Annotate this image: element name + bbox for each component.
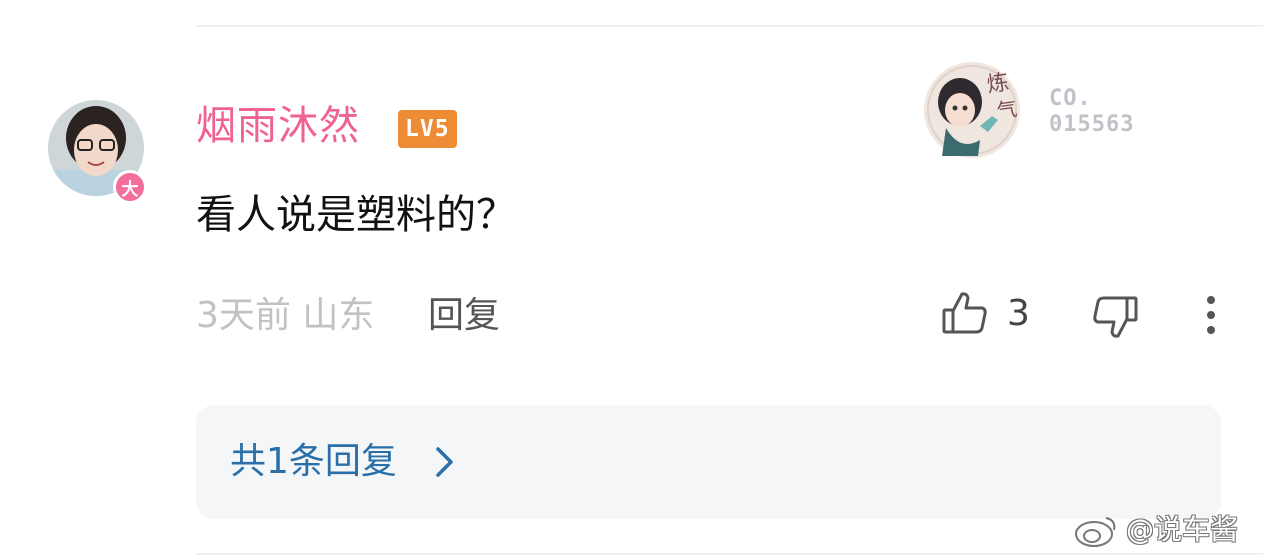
svg-text:炼: 炼: [985, 70, 1010, 98]
weibo-icon: [1075, 517, 1116, 547]
more-icon[interactable]: [1196, 293, 1226, 339]
bottom-divider: [195, 553, 1263, 555]
avatar-container[interactable]: 大: [48, 100, 148, 204]
top-divider: [195, 25, 1263, 27]
fan-medal-image[interactable]: 炼 气: [918, 56, 1046, 164]
view-replies-button[interactable]: 共1条回复: [196, 405, 1221, 519]
reply-button[interactable]: 回复: [428, 292, 500, 340]
avatar-badge: 大: [113, 170, 147, 204]
watermark-text: @说车酱: [1126, 513, 1239, 546]
like-count: 3: [1007, 293, 1030, 334]
replies-count-label: 共1条回复: [230, 441, 397, 482]
username[interactable]: 烟雨沐然: [196, 100, 360, 152]
thumbs-up-icon[interactable]: [940, 288, 990, 338]
watermark: @说车酱: [1072, 510, 1258, 550]
level-badge: LV5: [398, 110, 457, 148]
medal-line2: 015563: [1049, 112, 1135, 137]
thumbs-down-icon[interactable]: [1090, 292, 1140, 342]
svg-text:气: 气: [995, 96, 1018, 123]
time-location: 3天前 山东: [196, 295, 375, 336]
medal-line1: CO.: [1049, 86, 1092, 111]
chevron-right-icon: [432, 445, 458, 479]
medal-serial: CO. 015563: [1049, 86, 1134, 138]
comment-text: 看人说是塑料的？: [196, 192, 516, 238]
